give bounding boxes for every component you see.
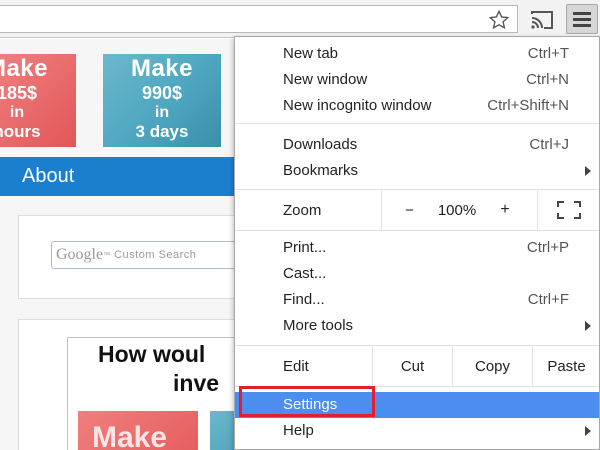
banner-line: Make — [130, 55, 194, 82]
edit-label: Edit — [283, 358, 309, 375]
chrome-menu-icon[interactable] — [566, 4, 598, 34]
menu-item-downloads[interactable]: Downloads Ctrl+J — [235, 132, 599, 158]
submenu-arrow-icon — [585, 426, 591, 436]
menu-item-new-window[interactable]: New window Ctrl+N — [235, 67, 599, 93]
menu-item-find[interactable]: Find... Ctrl+F — [235, 287, 599, 313]
menu-item-shortcut: Ctrl+F — [527, 291, 569, 308]
menu-edit-row: Edit Cut Copy Paste — [235, 346, 599, 386]
article-title-line: How woul — [98, 341, 206, 367]
menu-separator — [235, 123, 599, 124]
banner-line: 3 days — [135, 122, 189, 141]
menu-item-cast[interactable]: Cast... — [235, 261, 599, 287]
bookmark-star-icon[interactable] — [484, 8, 514, 32]
zoom-label: Zoom — [283, 202, 322, 219]
article-title-line: inve — [173, 370, 220, 396]
menu-item-label: More tools — [283, 317, 354, 334]
cut-button[interactable]: Cut — [372, 346, 452, 386]
banner-line: in — [154, 104, 170, 121]
zoom-in-button[interactable]: + — [483, 190, 527, 230]
menu-item-label: Bookmarks — [283, 162, 359, 179]
browser-toolbar — [0, 0, 600, 38]
banner-line: in — [9, 104, 25, 121]
menu-item-shortcut: Ctrl+J — [529, 136, 569, 153]
google-logo: Google — [56, 246, 104, 263]
trademark-mark: ™ — [103, 251, 111, 259]
submenu-arrow-icon — [585, 321, 591, 331]
promo-banner-left[interactable]: Make 185$ in hours — [0, 54, 76, 147]
menu-item-bookmarks[interactable]: Bookmarks — [235, 158, 599, 184]
menu-item-shortcut: Ctrl+P — [526, 239, 569, 256]
paste-button[interactable]: Paste — [532, 346, 600, 386]
banner-line: Make — [0, 55, 49, 82]
menu-item-label: Help — [283, 422, 314, 439]
menu-item-label: Cast... — [283, 265, 327, 282]
menu-item-print[interactable]: Print... Ctrl+P — [235, 235, 599, 261]
zoom-level: 100% — [437, 202, 477, 219]
address-bar[interactable] — [0, 5, 518, 33]
search-widget: Google ™ Custom Search — [18, 215, 281, 299]
menu-item-label: Find... — [283, 291, 325, 308]
menu-item-shortcut: Ctrl+Shift+N — [487, 97, 569, 114]
mini-banner: Make — [78, 411, 198, 450]
menu-separator — [235, 386, 599, 387]
menu-item-label: New tab — [283, 45, 339, 62]
cast-icon[interactable] — [528, 8, 556, 32]
menu-item-new-incognito[interactable]: New incognito window Ctrl+Shift+N — [235, 93, 599, 119]
chrome-menu: New tab Ctrl+T New window Ctrl+N New inc… — [234, 36, 600, 450]
menu-item-label: Settings — [283, 396, 338, 413]
menu-item-new-tab[interactable]: New tab Ctrl+T — [235, 41, 599, 67]
submenu-arrow-icon — [585, 166, 591, 176]
copy-button[interactable]: Copy — [452, 346, 532, 386]
menu-item-label: New incognito window — [283, 97, 432, 114]
banner-line: hours — [0, 122, 41, 141]
banner-line: 990$ — [141, 83, 183, 103]
promo-banner-right[interactable]: Make 990$ in 3 days — [103, 54, 221, 147]
nav-link-about[interactable]: About — [22, 165, 74, 188]
menu-item-shortcut: Ctrl+N — [526, 71, 569, 88]
fullscreen-icon[interactable] — [537, 190, 599, 230]
menu-item-more-tools[interactable]: More tools — [235, 313, 599, 339]
banner-line: 185$ — [0, 83, 38, 103]
menu-item-shortcut: Ctrl+T — [527, 45, 569, 62]
menu-item-label: New window — [283, 71, 368, 88]
mini-banner-text: Make — [92, 421, 168, 450]
search-placeholder: Custom Search — [114, 249, 197, 261]
menu-item-help[interactable]: Help — [235, 418, 599, 444]
menu-item-label: Print... — [283, 239, 327, 256]
menu-separator — [235, 230, 599, 231]
menu-item-settings[interactable]: Settings — [235, 392, 599, 418]
article-widget: How woul inve Make — [18, 319, 270, 450]
menu-item-label: Downloads — [283, 136, 358, 153]
menu-zoom-row: Zoom − 100% + — [235, 190, 599, 230]
